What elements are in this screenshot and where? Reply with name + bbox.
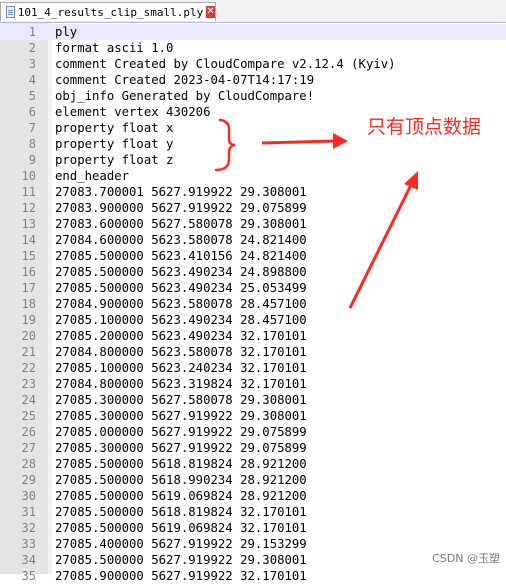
arrow-right-shaft bbox=[261, 139, 336, 145]
arrow-right-head bbox=[333, 133, 348, 149]
watermark: CSDN @玉塑 bbox=[432, 552, 500, 565]
annotation-overlay bbox=[214, 118, 418, 309]
arrow-up-shaft bbox=[348, 184, 413, 309]
curly-brace-mark bbox=[214, 118, 236, 172]
